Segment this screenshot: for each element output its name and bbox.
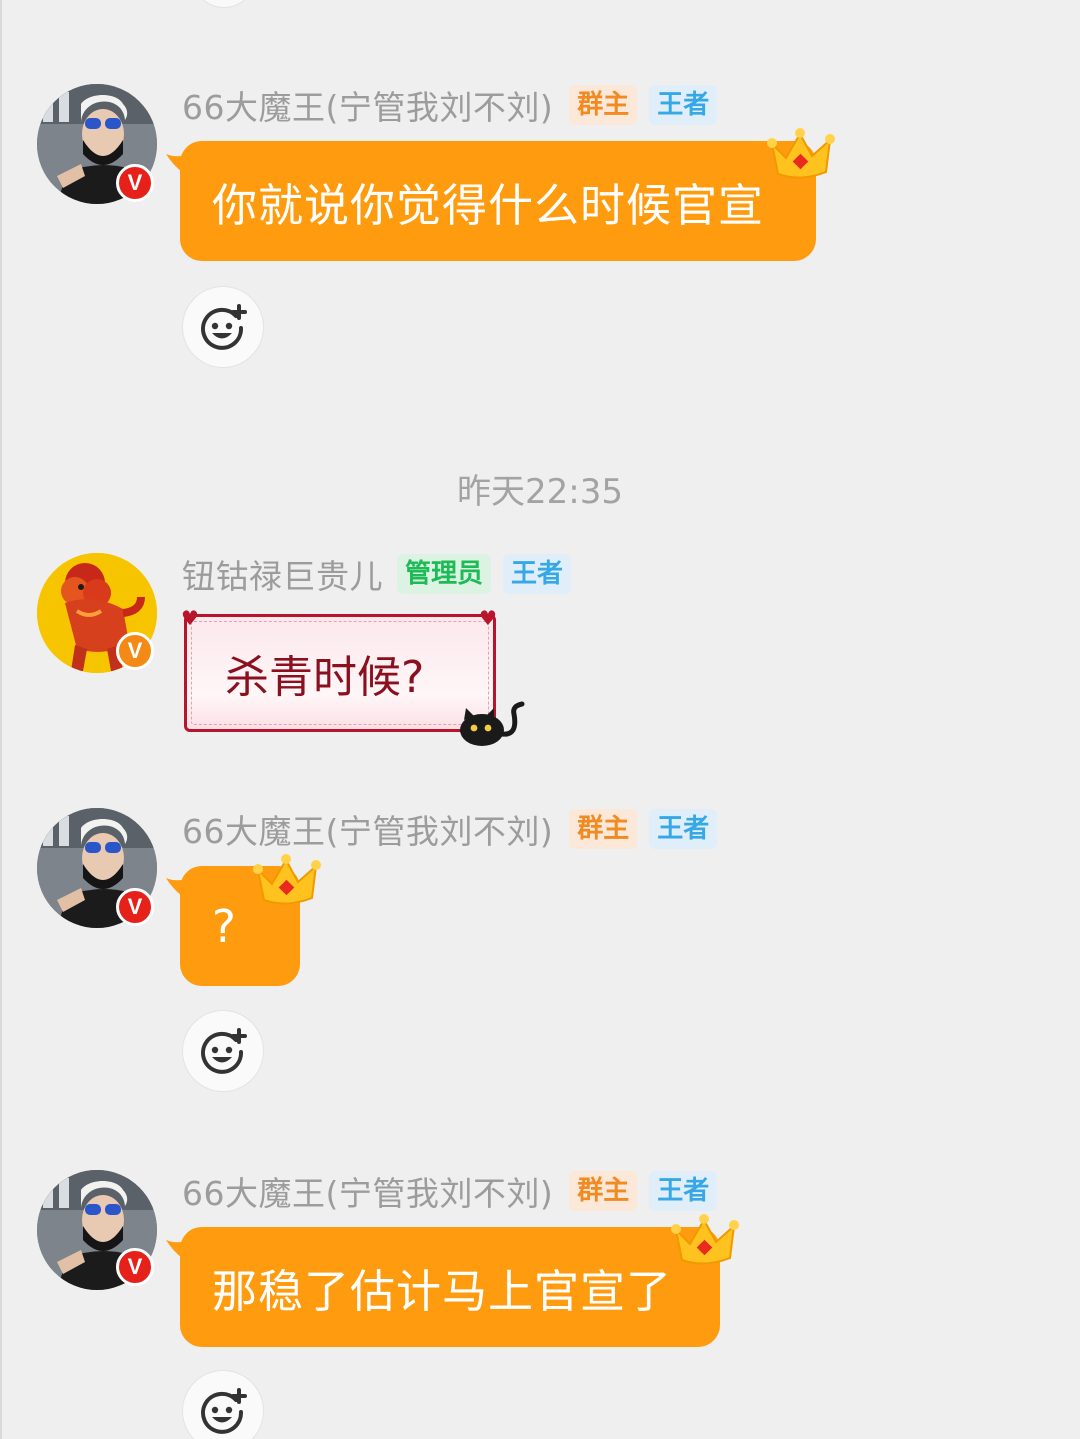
message-header: 66大魔王(宁管我刘不刘) 群主 王者 — [182, 1167, 718, 1215]
heart-icon: ♥ — [479, 606, 497, 630]
crown-icon — [671, 1214, 739, 1265]
add-reaction-button[interactable] — [182, 1010, 264, 1092]
rank-tag: 王者 — [649, 809, 718, 849]
message-bubble[interactable]: 那稳了估计马上官宣了 — [180, 1227, 720, 1347]
sender-name[interactable]: 钮钴禄巨贵儿 — [182, 550, 383, 598]
bubble-decoration — [191, 621, 489, 725]
owner-tag: 群主 — [569, 1171, 638, 1211]
message-header: 钮钴禄巨贵儿 管理员 王者 — [182, 550, 572, 598]
owner-tag: 群主 — [569, 809, 638, 849]
add-reaction-button[interactable] — [182, 1370, 264, 1439]
add-reaction-button[interactable] — [182, 286, 264, 368]
admin-tag: 管理员 — [397, 554, 492, 594]
message-header: 66大魔王(宁管我刘不刘) 群主 王者 — [182, 805, 718, 853]
add-emoji-reaction-icon — [201, 1388, 247, 1434]
verified-badge: V — [116, 888, 154, 926]
verified-badge: V — [116, 632, 154, 670]
rank-tag: 王者 — [503, 554, 572, 594]
rank-tag: 王者 — [649, 1171, 718, 1211]
message-header: 66大魔王(宁管我刘不刘) 群主 王者 — [182, 81, 718, 129]
message-text: ? — [212, 899, 237, 953]
add-emoji-reaction-icon — [201, 304, 247, 350]
message-text: 你就说你觉得什么时候官宣 — [212, 178, 765, 232]
timestamp-divider: 昨天22:35 — [457, 472, 623, 512]
black-cat-sticker-icon — [460, 701, 525, 746]
sender-name[interactable]: 66大魔王(宁管我刘不刘) — [182, 1167, 553, 1215]
verified-badge: V — [116, 164, 154, 202]
owner-tag: 群主 — [569, 85, 638, 125]
rank-tag: 王者 — [649, 85, 718, 125]
sender-name[interactable]: 66大魔王(宁管我刘不刘) — [182, 805, 553, 853]
heart-icon: ♥ — [181, 606, 199, 630]
message-bubble[interactable]: 你就说你觉得什么时候官宣 — [180, 141, 816, 261]
verified-badge: V — [116, 1248, 154, 1286]
add-emoji-reaction-icon — [201, 1028, 247, 1074]
message-bubble[interactable]: 杀青时候? — [184, 614, 496, 732]
message-text: 那稳了估计马上官宣了 — [212, 1264, 673, 1318]
partial-reaction-button[interactable] — [192, 0, 256, 8]
sender-name[interactable]: 66大魔王(宁管我刘不刘) — [182, 81, 553, 129]
screen-edge — [0, 0, 2, 1439]
crown-icon — [253, 854, 321, 905]
crown-icon — [767, 128, 835, 179]
